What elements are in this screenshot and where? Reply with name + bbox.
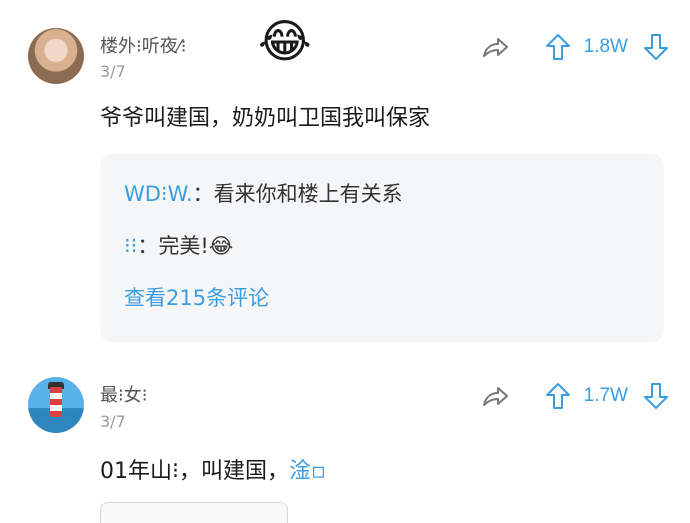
reply-item[interactable]: ⁝⁝：完美!😂 xyxy=(124,230,233,260)
username[interactable]: 最⁝女⁝ xyxy=(100,381,147,407)
share-icon[interactable] xyxy=(480,381,510,411)
comment-actions: 1.8W xyxy=(480,32,670,62)
reply-separator: ： xyxy=(192,182,214,206)
downvote-arrow-icon[interactable] xyxy=(642,32,670,62)
comment-text-main: 01年山⁝，叫建国， xyxy=(100,459,289,484)
laughing-emoji-icon: 😂 xyxy=(258,14,312,68)
downvote-arrow-icon[interactable] xyxy=(642,381,670,411)
comment-date: 3/7 xyxy=(100,62,126,81)
comment-text: 爷爷叫建国，奶奶叫卫国我叫保家 xyxy=(100,106,431,131)
reply-text: 看来你和楼上有关系 xyxy=(213,182,403,206)
view-more-replies-link[interactable]: 查看215条评论 xyxy=(124,282,269,312)
comment-text: 01年山⁝，叫建国，淦▫ xyxy=(100,453,326,485)
lighthouse-icon xyxy=(50,387,62,417)
avatar[interactable] xyxy=(28,377,84,433)
reply-username[interactable]: WD⁝W. xyxy=(124,182,193,206)
reply-text: 完美!😂 xyxy=(158,234,234,258)
image-thumbnail[interactable] xyxy=(100,502,288,523)
reply-item[interactable]: WD⁝W.：看来你和楼上有关系 xyxy=(124,178,403,208)
reply-username[interactable]: ⁝⁝ xyxy=(124,234,137,258)
comment-date: 3/7 xyxy=(100,412,126,431)
vote-count: 1.8W xyxy=(583,36,628,57)
comment-text-tail: 淦▫ xyxy=(289,459,326,484)
reply-box: WD⁝W.：看来你和楼上有关系 ⁝⁝：完美!😂 查看215条评论 xyxy=(100,154,664,342)
share-icon[interactable] xyxy=(480,32,510,62)
vote-count: 1.7W xyxy=(583,385,628,406)
upvote-arrow-icon[interactable] xyxy=(544,381,572,411)
comment-item: 最⁝女⁝ 3/7 1.7W 01年山⁝，叫建国，淦▫ xyxy=(0,350,690,523)
comment-actions: 1.7W xyxy=(480,381,670,411)
avatar[interactable] xyxy=(28,28,84,84)
comment-item: 楼外⁝听夜⁄⁝ 😂 3/7 1.8W 爷爷叫建国，奶奶叫卫国我叫保家 WD⁝W.… xyxy=(0,0,690,350)
upvote-arrow-icon[interactable] xyxy=(544,32,572,62)
username[interactable]: 楼外⁝听夜⁄⁝ xyxy=(100,32,186,58)
reply-separator: ： xyxy=(137,234,159,258)
